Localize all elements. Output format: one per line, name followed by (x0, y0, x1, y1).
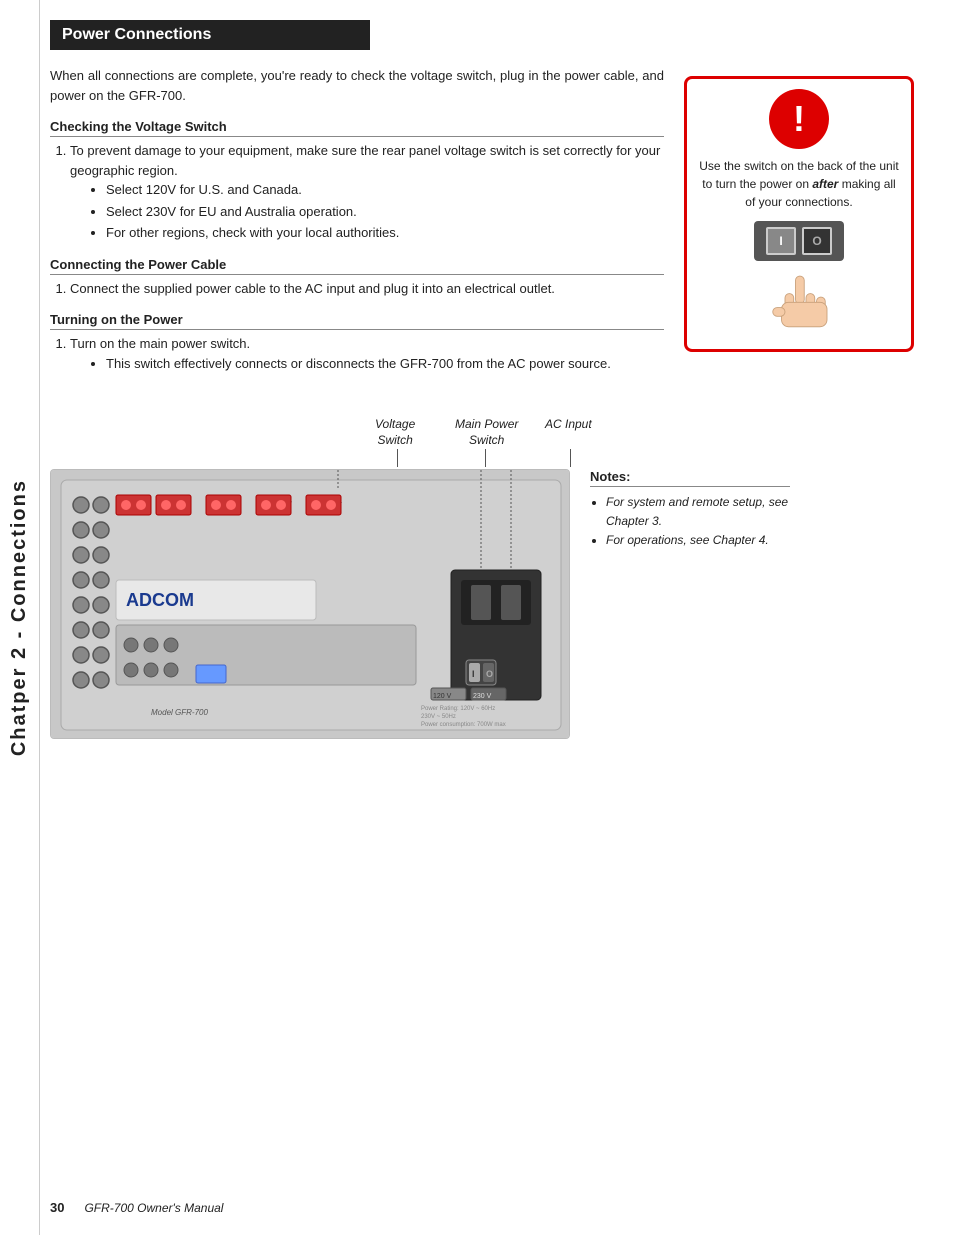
right-column: ! Use the switch on the back of the unit… (684, 66, 934, 377)
notes-section: Notes: For system and remote setup, see … (590, 469, 790, 739)
voltage-step-1-text: To prevent damage to your equipment, mak… (70, 143, 660, 178)
svg-text:120 V: 120 V (433, 693, 452, 700)
svg-text:Model GFR-700: Model GFR-700 (151, 708, 208, 717)
switch-o: O (802, 227, 832, 255)
svg-text:ADCOM: ADCOM (126, 590, 194, 610)
left-column: When all connections are complete, you'r… (50, 66, 664, 377)
two-col-layout: When all connections are complete, you'r… (50, 66, 934, 377)
sidebar-label: Chatper 2 - Connections (8, 479, 31, 756)
label-voltage-switch: VoltageSwitch (375, 417, 415, 448)
bullet-230v: Select 230V for EU and Australia operati… (106, 202, 664, 222)
hand-svg (759, 269, 839, 339)
warning-text: Use the switch on the back of the unit t… (697, 157, 901, 211)
subheading-power: Turning on the Power (50, 312, 664, 330)
bullet-120v: Select 120V for U.S. and Canada. (106, 180, 664, 200)
note-item-2: For operations, see Chapter 4. (606, 531, 790, 550)
bullet-other: For other regions, check with your local… (106, 223, 664, 243)
section-header: Power Connections (50, 20, 370, 50)
footer-title: GFR-700 Owner's Manual (84, 1201, 223, 1215)
svg-text:Power consumption: 700W max: Power consumption: 700W max (421, 722, 506, 728)
warning-box: ! Use the switch on the back of the unit… (684, 76, 914, 352)
diagram-labels: VoltageSwitch Main PowerSwitch AC Input (110, 417, 934, 467)
warning-exclamation: ! (793, 101, 805, 137)
notes-list: For system and remote setup, see Chapter… (606, 493, 790, 551)
rear-panel-svg: RS RF C LF LS (51, 470, 570, 739)
label-ac-input: AC Input (545, 417, 592, 433)
power-steps: Turn on the main power switch. This swit… (70, 334, 664, 373)
label-main-power-switch: Main PowerSwitch (455, 417, 518, 448)
page-number: 30 (50, 1200, 64, 1215)
notes-heading: Notes: (590, 469, 790, 487)
diagram-row: RS RF C LF LS (50, 469, 934, 739)
svg-text:O: O (486, 669, 493, 679)
power-step-1-text: Turn on the main power switch. (70, 336, 250, 351)
warning-text-bold: after (812, 177, 838, 191)
hand-illustration (697, 269, 901, 339)
main-content: Power Connections When all connections a… (50, 0, 934, 779)
line-main-power (485, 449, 486, 467)
svg-text:230V ~ 50Hz: 230V ~ 50Hz (421, 714, 456, 720)
svg-text:I: I (472, 669, 475, 679)
note-item-1: For system and remote setup, see Chapter… (606, 493, 790, 531)
subheading-voltage: Checking the Voltage Switch (50, 119, 664, 137)
warning-icon: ! (769, 89, 829, 149)
cable-steps: Connect the supplied power cable to the … (70, 279, 664, 299)
line-ac-input (570, 449, 571, 467)
voltage-bullets: Select 120V for U.S. and Canada. Select … (106, 180, 664, 243)
subheading-cable: Connecting the Power Cable (50, 257, 664, 275)
intro-paragraph: When all connections are complete, you'r… (50, 66, 664, 105)
voltage-steps: To prevent damage to your equipment, mak… (70, 141, 664, 243)
voltage-step-1: To prevent damage to your equipment, mak… (70, 141, 664, 243)
line-voltage (397, 449, 398, 467)
power-step-1: Turn on the main power switch. This swit… (70, 334, 664, 373)
power-bullet-1: This switch effectively connects or disc… (106, 354, 664, 374)
svg-text:Power Rating: 120V ~ 60Hz: Power Rating: 120V ~ 60Hz (421, 706, 495, 712)
diagram-section: VoltageSwitch Main PowerSwitch AC Input (50, 417, 934, 739)
page-footer: 30 GFR-700 Owner's Manual (50, 1200, 934, 1215)
svg-text:230 V: 230 V (473, 693, 492, 700)
power-switch-illustration: I O (754, 221, 844, 261)
cable-step-1: Connect the supplied power cable to the … (70, 279, 664, 299)
sidebar: Chatper 2 - Connections (0, 0, 40, 1235)
power-bullets: This switch effectively connects or disc… (106, 354, 664, 374)
cable-step-1-text: Connect the supplied power cable to the … (70, 281, 555, 296)
switch-i: I (766, 227, 796, 255)
rear-panel-diagram: RS RF C LF LS (50, 469, 570, 739)
